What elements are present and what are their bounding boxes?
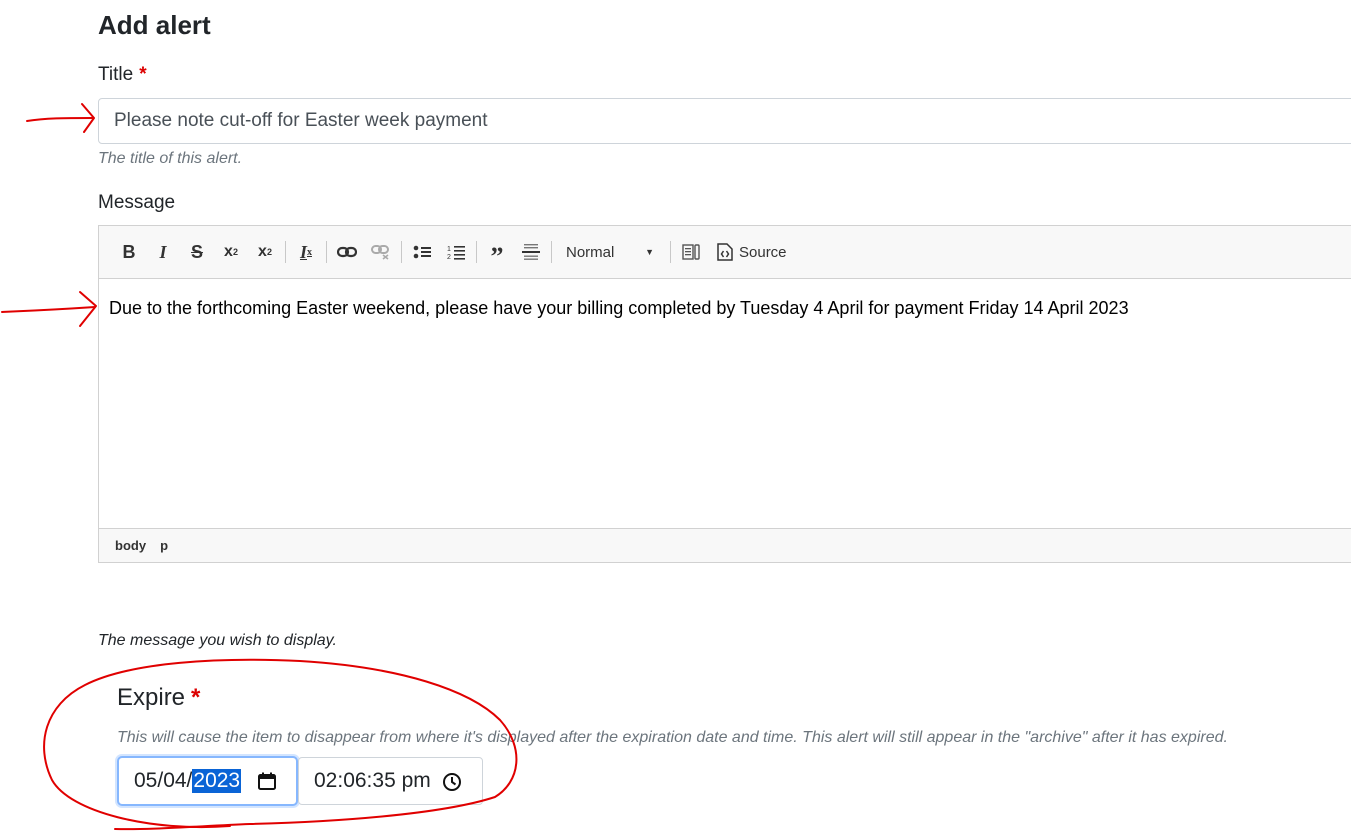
toolbar-separator [551, 241, 552, 263]
bulleted-list-icon[interactable] [408, 238, 436, 266]
date-day-month: 05/04/ [134, 769, 193, 792]
source-label: Source [739, 243, 787, 261]
message-label: Message [98, 192, 176, 213]
expire-date-input[interactable]: 05/04/2023 [117, 756, 298, 806]
format-dropdown[interactable]: Normal ▼ [558, 238, 662, 266]
expire-label: Expire * [117, 684, 200, 712]
link-icon[interactable] [333, 238, 361, 266]
page-title: Add alert [98, 10, 211, 40]
svg-text:2: 2 [447, 254, 451, 260]
date-year-selected: 2023 [192, 769, 242, 793]
path-item-body[interactable]: body [115, 538, 146, 553]
title-help-text: The title of this alert. [98, 150, 243, 167]
rich-text-editor: B I S x2 x2 Ix 12 ” Normal ▼ Source Due … [98, 225, 1351, 563]
required-mark: * [191, 684, 201, 711]
subscript-icon[interactable]: x2 [251, 238, 279, 266]
superscript-icon[interactable]: x2 [217, 238, 245, 266]
arrowhead-title [81, 103, 95, 133]
remove-format-icon[interactable]: Ix [292, 238, 320, 266]
element-path-bar: body p [99, 528, 1351, 562]
toolbar-separator [476, 241, 477, 263]
path-item-p[interactable]: p [160, 538, 168, 553]
numbered-list-icon[interactable]: 12 [442, 238, 470, 266]
unlink-icon[interactable] [367, 238, 395, 266]
calendar-icon[interactable] [258, 772, 276, 790]
strikethrough-icon[interactable]: S [183, 238, 211, 266]
time-value: 02:06:35 pm [314, 769, 431, 792]
toolbar-separator [401, 241, 402, 263]
horizontal-line-icon[interactable] [517, 238, 545, 266]
source-icon [717, 243, 733, 261]
expire-label-text: Expire [117, 684, 186, 711]
format-dropdown-value: Normal [566, 243, 615, 261]
title-label-text: Title [98, 64, 134, 85]
arrowhead-message [79, 291, 97, 327]
arrow-to-message-content [1, 306, 96, 313]
bold-icon[interactable]: B [115, 238, 143, 266]
expire-time-input[interactable]: 02:06:35 pm [298, 757, 483, 805]
toolbar-separator [285, 241, 286, 263]
show-blocks-icon[interactable] [677, 238, 705, 266]
title-label: Title * [98, 64, 147, 86]
chevron-down-icon: ▼ [645, 247, 654, 257]
toolbar-separator [326, 241, 327, 263]
svg-text:1: 1 [447, 246, 451, 253]
title-input[interactable]: Please note cut-off for Easter week paym… [98, 98, 1351, 144]
source-button[interactable]: Source [711, 243, 793, 261]
toolbar-separator [670, 241, 671, 263]
blockquote-icon[interactable]: ” [483, 233, 511, 271]
clock-icon[interactable] [442, 772, 462, 792]
arrow-to-title-input [26, 117, 94, 122]
italic-icon[interactable]: I [149, 238, 177, 266]
expire-help-text: This will cause the item to disappear fr… [117, 729, 1228, 746]
editor-content[interactable]: Due to the forthcoming Easter weekend, p… [109, 298, 1351, 319]
message-help-text: The message you wish to display. [98, 632, 337, 649]
required-mark: * [139, 64, 147, 85]
editor-toolbar: B I S x2 x2 Ix 12 ” Normal ▼ Source [99, 226, 1351, 279]
